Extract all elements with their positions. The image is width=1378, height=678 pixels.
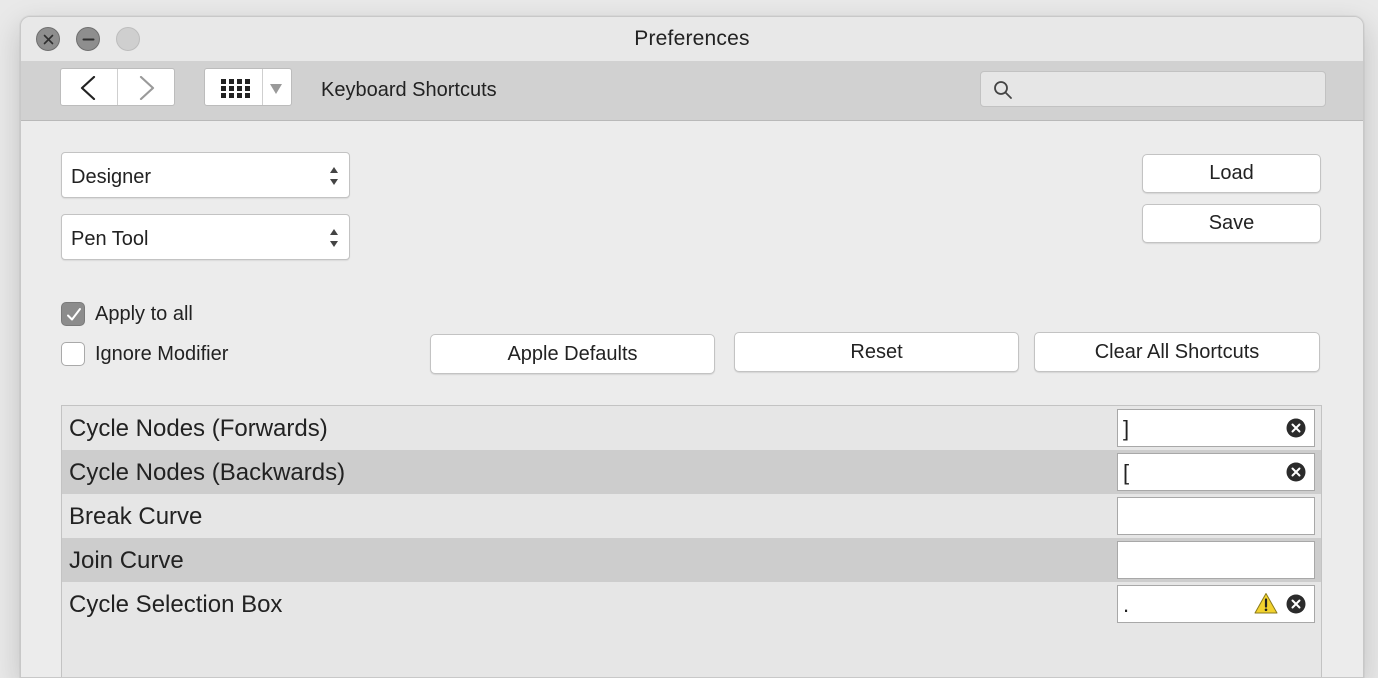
shortcut-name: Join Curve [69,547,184,574]
clear-all-shortcuts-label: Clear All Shortcuts [1094,341,1260,363]
shortcut-key-field[interactable] [1117,497,1315,535]
warning-triangle-icon [1254,593,1278,614]
search-input[interactable] [1019,76,1313,104]
table-row[interactable]: Break Curve [62,494,1321,538]
table-row[interactable]: Cycle Nodes (Forwards) ] [62,406,1321,450]
save-button[interactable]: Save [1142,204,1321,243]
chevron-left-icon [80,76,96,100]
table-row[interactable]: Cycle Nodes (Backwards) [ [62,450,1321,494]
shortcut-key-field[interactable]: . [1117,585,1315,623]
ignore-modifier-checkbox[interactable] [61,342,85,366]
select-arrows-icon [330,167,338,185]
reset-button[interactable]: Reset [734,332,1019,372]
window-title: Preferences [634,27,750,50]
chevron-right-icon [139,76,155,100]
clear-circle-icon[interactable] [1286,418,1306,438]
shortcut-key-field[interactable]: [ [1117,453,1315,491]
apple-defaults-label: Apple Defaults [507,343,638,365]
app-select-value: Designer [71,166,152,188]
table-row[interactable]: Join Curve [62,538,1321,582]
segment-divider [262,69,263,105]
forward-button[interactable] [118,69,174,105]
shortcut-name: Break Curve [69,503,203,530]
shortcut-key-field[interactable] [1117,541,1315,579]
search-icon [993,80,1013,105]
clear-all-shortcuts-button[interactable]: Clear All Shortcuts [1034,332,1320,372]
grid-icon [221,79,250,98]
shortcut-name: Cycle Selection Box [69,591,283,618]
apply-to-all-checkbox[interactable] [61,302,85,326]
checkmark-icon [67,308,81,321]
show-all-button[interactable] [219,77,251,104]
shortcut-key-field[interactable]: ] [1117,409,1315,447]
shortcut-key-value: [ [1123,460,1130,485]
preferences-window: Preferences Keyboard Shortcuts Designer … [20,16,1364,678]
load-button[interactable]: Load [1142,154,1321,193]
show-all-dropdown-button[interactable] [269,82,283,100]
clear-circle-icon[interactable] [1286,462,1306,482]
save-button-label: Save [1208,212,1255,234]
apply-to-all-label: Apply to all [95,303,193,325]
app-select[interactable]: Designer [61,152,350,198]
ignore-modifier-label: Ignore Modifier [95,343,229,365]
navigation-segmented-control [60,68,175,106]
shortcut-name: Cycle Nodes (Backwards) [69,459,346,486]
shortcut-key-value: ] [1123,416,1130,441]
search-field[interactable] [980,71,1326,107]
apple-defaults-button[interactable]: Apple Defaults [430,334,715,374]
reset-label: Reset [850,341,903,363]
shortcut-name: Cycle Nodes (Forwards) [69,415,328,442]
load-button-label: Load [1209,162,1254,184]
tool-select-value: Pen Tool [71,228,149,250]
tool-select[interactable]: Pen Tool [61,214,350,260]
caret-down-icon [270,84,282,94]
toolbar: Keyboard Shortcuts [21,61,1363,121]
show-all-segmented-control [204,68,292,106]
table-row[interactable]: Cycle Selection Box . [62,582,1321,626]
title-bar: Preferences [21,17,1363,61]
clear-circle-icon[interactable] [1286,594,1306,614]
back-button[interactable] [61,69,117,105]
select-arrows-icon [330,229,338,247]
shortcuts-table: Cycle Nodes (Forwards) ] Cycle Nodes (Ba… [61,405,1322,677]
shortcut-key-value: . [1123,592,1130,617]
pane-title: Keyboard Shortcuts [321,79,497,101]
